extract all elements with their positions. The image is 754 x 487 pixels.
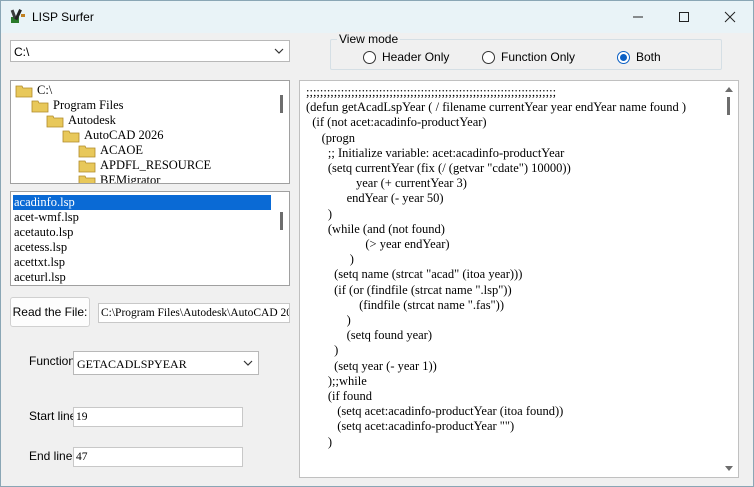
code-scrollbar[interactable] [720,81,738,477]
app-icon [10,9,25,23]
tree-item[interactable]: C:\ [15,83,52,98]
minimize-icon [633,16,643,17]
code-line: ) [306,434,333,449]
scroll-up-icon[interactable] [724,85,734,93]
tree-item[interactable]: Program Files [31,98,123,113]
code-line: (setq currentYear (fix (/ (getvar "cdate… [306,161,571,176]
tree-item-label: AutoCAD 2026 [84,128,164,142]
file-list-scrollbar[interactable] [274,192,289,285]
title-bar: LISP Surfer [1,1,753,33]
maximize-button[interactable] [661,1,707,32]
code-line: (setq found year) [306,328,433,343]
folder-icon [78,174,96,183]
code-line: (while (and (not found) [306,221,445,236]
folder-icon [15,84,33,98]
scroll-thumb[interactable] [727,97,730,115]
code-line: ;; Initialize variable: acet:acadinfo-pr… [306,145,565,160]
radio-circle [482,50,495,64]
code-line: (> year endYear) [306,237,450,252]
chevron-down-icon [274,48,284,54]
drive-combo[interactable]: C:\ [10,40,290,62]
radio-circle-selected [617,50,630,64]
tree-item[interactable]: ACAOE [78,143,143,158]
folder-icon [78,144,96,158]
code-text: ;;;;;;;;;;;;;;;;;;;;;;;;;;;;;;;;;;;;;;;;… [306,85,718,450]
folder-icon [31,99,49,113]
tree-item[interactable]: AutoCAD 2026 [62,128,164,143]
tree-item-label: Autodesk [68,113,116,127]
file-path-field[interactable]: C:\Program Files\Autodesk\AutoCAD 20 [98,303,290,323]
code-line: );;while [306,373,367,388]
end-line-label: End line: [29,449,76,463]
tree-item-label: C:\ [37,83,53,97]
code-line: ) [306,252,354,267]
app-window: LISP Surfer C:\ View mode Header Only Fu… [0,0,754,487]
tree-scrollbar[interactable] [274,81,289,183]
radio-header-only[interactable]: Header Only [363,50,449,64]
code-line: (setq acet:acadinfo-productYear (itoa fo… [306,404,564,419]
read-file-button[interactable]: Read the File: [10,297,90,327]
radio-label: Both [636,50,661,64]
folder-icon [46,114,64,128]
code-line: endYear (- year 50) [306,191,444,206]
code-line: ) [306,206,333,221]
code-line: (if (not acet:acadinfo-productYear) [306,115,487,130]
radio-function-only[interactable]: Function Only [482,50,575,64]
code-line: year (+ currentYear 3) [306,176,467,191]
code-line: (progn [306,130,355,145]
code-line: (if found [306,389,372,404]
code-view[interactable]: ;;;;;;;;;;;;;;;;;;;;;;;;;;;;;;;;;;;;;;;;… [299,80,739,478]
close-icon [724,11,736,22]
maximize-icon [679,11,689,22]
radio-label: Header Only [382,50,450,64]
drive-combo-value: C:\ [14,45,30,59]
list-item[interactable]: acet-wmf.lsp [13,210,271,225]
code-line: (setq name (strcat "acad" (itoa year))) [306,267,523,282]
code-line: ) [306,343,339,358]
tree-item-label: BEMigrator [100,173,161,184]
tree-item[interactable]: APDFL_RESOURCE [78,158,211,173]
function-label: Function: [29,354,79,368]
code-line: (defun getAcadLspYear ( / filename curre… [306,100,687,115]
tree-item-label: Program Files [53,98,124,112]
radio-both[interactable]: Both [617,50,661,64]
scroll-thumb[interactable] [280,212,283,230]
list-item[interactable]: aceturl.lsp [13,270,271,285]
chevron-down-icon [243,360,253,366]
list-item[interactable]: acetess.lsp [13,240,271,255]
code-line: ) [306,313,351,328]
code-line: ;;;;;;;;;;;;;;;;;;;;;;;;;;;;;;;;;;;;;;;;… [306,85,557,99]
code-line: (if (or (findfile (strcat name ".lsp")) [306,282,512,297]
folder-icon [78,159,96,173]
list-item[interactable]: acetauto.lsp [13,225,271,240]
scroll-thumb[interactable] [280,95,283,113]
folder-icon [62,129,80,143]
radio-label: Function Only [501,50,576,64]
function-combo-value: GETACADLSPYEAR [77,357,187,371]
file-list[interactable]: acadinfo.lsp acet-wmf.lsp acetauto.lsp a… [10,191,290,286]
code-line: (findfile (strcat name ".fas")) [306,297,504,312]
end-line-field[interactable]: 47 [73,447,243,467]
close-button[interactable] [707,1,753,32]
minimize-button[interactable] [615,1,661,32]
function-combo[interactable]: GETACADLSPYEAR [73,351,259,375]
start-line-field[interactable]: 19 [73,407,243,427]
tree-item[interactable]: BEMigrator [78,173,161,184]
scroll-down-icon[interactable] [724,465,734,473]
tree-item-label: APDFL_RESOURCE [100,158,212,172]
code-line: (setq acet:acadinfo-productYear "") [306,419,515,434]
tree-item-label: ACAOE [100,143,144,157]
list-item[interactable]: acettxt.lsp [13,255,271,270]
code-line: (setq year (- year 1)) [306,358,437,373]
list-item[interactable]: acadinfo.lsp [13,195,271,210]
folder-tree[interactable]: C:\ Program Files Autodesk AutoCAD 2026 … [10,80,290,184]
window-title: LISP Surfer [32,10,94,24]
tree-item[interactable]: Autodesk [46,113,116,128]
view-mode-label: View mode [337,32,401,46]
radio-circle [363,50,376,64]
